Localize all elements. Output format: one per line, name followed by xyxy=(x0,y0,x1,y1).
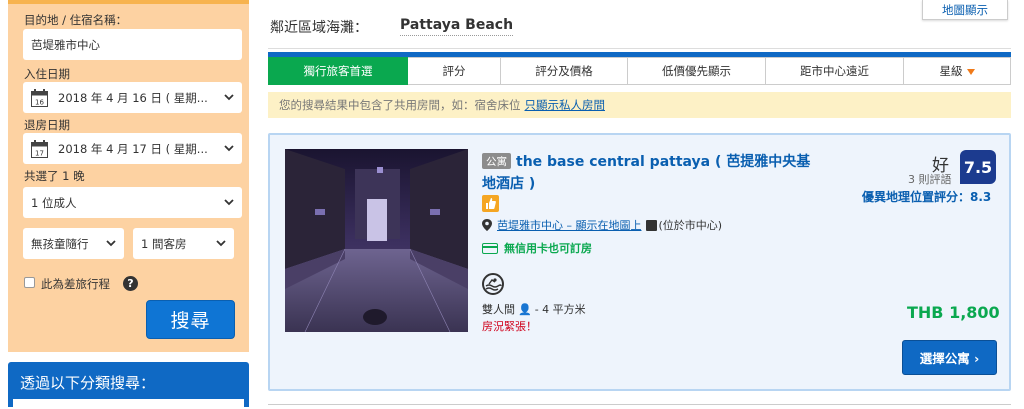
filter-panel-body xyxy=(13,399,244,409)
hotel-name-link[interactable]: the base central pattaya ( 芭提雅中央基地酒店 ) xyxy=(482,151,822,195)
filter-panel: 透過以下分類搜尋： xyxy=(8,362,249,409)
divider xyxy=(268,48,1011,49)
swimming-pool-icon xyxy=(482,273,504,295)
map-pin-icon xyxy=(482,219,492,231)
nights-label: 共選了 1 晚 xyxy=(24,169,85,183)
no-credit-card-text: 無信用卡也可訂房 xyxy=(504,242,592,255)
hotel-card[interactable]: the base central pattaya ( 芭提雅中央基地酒店 ) 公… xyxy=(268,133,1011,391)
sort-tab-solo-traveler[interactable]: 獨行旅客首選 xyxy=(268,57,408,85)
chevron-down-icon xyxy=(216,240,226,247)
city-center-icon xyxy=(645,219,657,231)
notice-text: 您的搜尋結果中包含了共用房間，如：宿舍床位 xyxy=(279,98,521,112)
checkin-label: 入住日期 xyxy=(24,67,70,81)
room-info-line: 雙人間 👤 - 4 平方米 xyxy=(482,301,586,317)
review-count[interactable]: 3 則評語 xyxy=(908,171,952,187)
sort-tab-distance[interactable]: 距市中心遠近 xyxy=(766,57,904,85)
chevron-down-icon xyxy=(224,94,234,101)
sort-tab-label: 評分及價格 xyxy=(535,64,593,78)
nearby-beach-label: 鄰近區域海灘： xyxy=(270,20,368,36)
search-button[interactable]: 搜尋 xyxy=(146,300,235,339)
adults-value: 1 位成人 xyxy=(31,195,77,210)
destination-value: 芭堤雅市中心 xyxy=(31,37,100,52)
sort-tab-rating[interactable]: 評分 xyxy=(408,57,501,85)
destination-input[interactable]: 芭堤雅市中心 xyxy=(23,29,242,60)
chevron-down-icon xyxy=(224,145,234,152)
checkout-day-number: 17 xyxy=(35,149,44,157)
caret-down-icon xyxy=(966,69,975,75)
show-on-map-link[interactable]: 芭堤雅市中心 – 顯示在地圖上 xyxy=(497,217,642,233)
calendar-icon: 17 xyxy=(31,139,48,158)
chevron-down-icon xyxy=(106,240,116,247)
sort-tab-label: 獨行旅客首選 xyxy=(303,64,373,78)
adults-select[interactable]: 1 位成人 xyxy=(23,187,242,218)
map-view-button[interactable]: 地圖顯示 xyxy=(922,0,1008,20)
no-credit-card-line: 無信用卡也可訂房 xyxy=(482,240,592,256)
occupancy-icon: 👤 xyxy=(518,302,532,316)
sort-tab-lowest-price[interactable]: 低價優先顯示 xyxy=(628,57,766,85)
credit-card-icon xyxy=(482,242,498,254)
shared-room-notice: 您的搜尋結果中包含了共用房間，如：宿舍床位 只顯示私人房間 xyxy=(268,92,1011,118)
hotel-photo[interactable] xyxy=(285,149,468,332)
review-score-badge: 7.5 xyxy=(960,150,996,184)
destination-label: 目的地 / 住宿名稱： xyxy=(24,13,128,27)
price: THB 1,800 xyxy=(907,303,1000,322)
private-rooms-only-link[interactable]: 只顯示私人房間 xyxy=(525,97,606,113)
rooms-select[interactable]: 1 間客房 xyxy=(133,228,234,259)
nearby-beach-value[interactable]: Pattaya Beach xyxy=(400,17,514,36)
checkin-date-select[interactable]: 16 2018 年 4 月 16 日 ( 星期... xyxy=(23,82,242,113)
checkin-day-number: 16 xyxy=(35,98,44,106)
select-apartment-button[interactable]: 選擇公寓 › xyxy=(902,340,997,375)
location-score: 優異地理位置評分：8.3 xyxy=(862,190,992,204)
business-trip-checkbox[interactable] xyxy=(24,277,35,288)
calendar-icon: 16 xyxy=(31,88,48,107)
checkout-date-select[interactable]: 17 2018 年 4 月 17 日 ( 星期... xyxy=(23,133,242,164)
room-type: 雙人間 xyxy=(482,303,515,316)
divider xyxy=(268,404,1011,405)
sort-tab-label: 低價優先顯示 xyxy=(662,64,731,78)
checkout-value: 2018 年 4 月 17 日 ( 星期... xyxy=(58,141,208,156)
business-trip-label: 此為差旅行程 xyxy=(41,277,110,291)
room-size: - 4 平方米 xyxy=(534,303,586,316)
checkin-value: 2018 年 4 月 16 日 ( 星期... xyxy=(58,90,208,105)
filter-panel-title: 透過以下分類搜尋： xyxy=(20,374,156,392)
location-line: 芭堤雅市中心 – 顯示在地圖上 (位於市中心) xyxy=(482,217,722,233)
sort-tab-label: 星級 xyxy=(939,64,963,78)
checkout-label: 退房日期 xyxy=(24,118,70,132)
urgency-message: 房況緊張！ xyxy=(482,320,537,333)
sort-tab-label: 距市中心遠近 xyxy=(800,64,869,78)
search-sidebar: 目的地 / 住宿名稱： 芭堤雅市中心 入住日期 16 2018 年 4 月 16… xyxy=(8,0,249,352)
sort-tab-label: 評分 xyxy=(442,64,466,78)
children-select[interactable]: 無孩童隨行 xyxy=(23,228,124,259)
property-type-badge: 公寓 xyxy=(482,153,511,169)
sort-bar: 獨行旅客首選 評分 評分及價格 低價優先顯示 距市中心遠近 星級 xyxy=(268,52,1011,85)
help-icon[interactable]: ? xyxy=(123,276,138,291)
thumbs-up-icon xyxy=(482,195,499,212)
rooms-value: 1 間客房 xyxy=(141,236,187,251)
children-value: 無孩童隨行 xyxy=(31,236,89,251)
sidebar-top-accent xyxy=(8,0,249,4)
chevron-down-icon xyxy=(224,199,234,206)
sort-tab-rating-price[interactable]: 評分及價格 xyxy=(501,57,628,85)
location-note: (位於市中心) xyxy=(658,219,723,232)
sort-tab-stars[interactable]: 星級 xyxy=(904,57,1011,85)
